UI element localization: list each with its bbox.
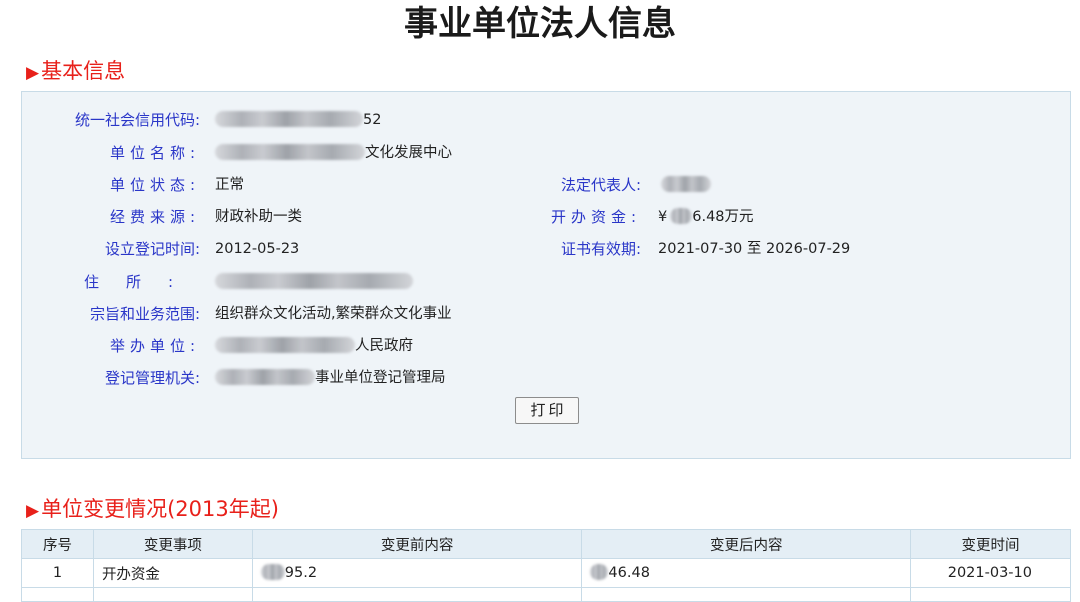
column-header-before: 变更前内容 bbox=[251, 529, 583, 559]
value-unit-name: 文化发展中心 bbox=[215, 141, 452, 165]
label-capital: 开办资金: bbox=[550, 208, 641, 226]
triangle-right-icon: ▶ bbox=[26, 501, 40, 521]
label-credit-code: 统一社会信用代码: bbox=[74, 111, 200, 129]
label-unit-name: 单位名称: bbox=[109, 144, 200, 162]
redacted-blur bbox=[670, 207, 693, 224]
label-authority: 登记管理机关: bbox=[104, 369, 200, 387]
value-credit-code: 52 bbox=[215, 108, 381, 132]
table-row bbox=[21, 587, 1071, 602]
redacted-blur bbox=[215, 143, 365, 160]
basic-info-panel: 统一社会信用代码: 52 单位名称: 文化发展中心 单位状态: 正常 法定代表人… bbox=[21, 91, 1071, 459]
redacted-blur bbox=[215, 272, 413, 289]
section-heading-changes: ▶单位变更情况(2013年起) bbox=[26, 496, 279, 524]
triangle-right-icon: ▶ bbox=[26, 63, 40, 83]
column-header-date: 变更时间 bbox=[910, 529, 1071, 559]
value-unit-status: 正常 bbox=[215, 177, 244, 193]
table-header-row: 序号 变更事项 变更前内容 变更后内容 变更时间 bbox=[21, 529, 1071, 559]
table-row: 1 开办资金 95.2 46.48 2021-03-10 bbox=[21, 558, 1071, 588]
redacted-blur bbox=[590, 563, 609, 580]
value-sponsor: 人民政府 bbox=[215, 334, 413, 358]
cell-date: 2021-03-10 bbox=[910, 558, 1071, 588]
page-title: 事业单位法人信息 bbox=[404, 4, 676, 44]
print-button[interactable]: 打印 bbox=[515, 397, 579, 424]
cell-item: 开办资金 bbox=[92, 558, 253, 588]
redacted-blur bbox=[215, 336, 355, 353]
label-reg-date: 设立登记时间: bbox=[104, 240, 200, 258]
section-heading-changes-text: 单位变更情况(2013年起) bbox=[41, 497, 279, 521]
label-funding-source: 经费来源: bbox=[109, 208, 200, 226]
column-header-index: 序号 bbox=[21, 529, 94, 559]
value-scope: 组织群众文化活动,繁荣群众文化事业 bbox=[215, 306, 452, 322]
redacted-blur bbox=[661, 175, 711, 192]
label-sponsor: 举办单位: bbox=[109, 337, 200, 355]
label-scope: 宗旨和业务范围: bbox=[89, 305, 200, 323]
label-address: 住所: bbox=[83, 273, 200, 291]
value-capital: ¥6.48万元 bbox=[658, 207, 754, 225]
value-funding-source: 财政补助一类 bbox=[215, 209, 302, 225]
label-legal-rep: 法定代表人: bbox=[560, 176, 641, 194]
changes-table: 序号 变更事项 变更前内容 变更后内容 变更时间 1 开办资金 95.2 46.… bbox=[21, 529, 1071, 602]
column-header-item: 变更事项 bbox=[92, 529, 253, 559]
column-header-after: 变更后内容 bbox=[581, 529, 912, 559]
cell-before: 95.2 bbox=[251, 558, 583, 588]
label-unit-status: 单位状态: bbox=[109, 176, 200, 194]
label-cert-validity: 证书有效期: bbox=[560, 240, 641, 258]
value-reg-date: 2012-05-23 bbox=[215, 241, 300, 257]
cell-after: 46.48 bbox=[581, 558, 912, 588]
section-heading-basic-info-text: 基本信息 bbox=[41, 59, 126, 83]
value-cert-validity: 2021-07-30 至 2026-07-29 bbox=[658, 241, 851, 257]
section-heading-basic-info: ▶基本信息 bbox=[26, 58, 125, 86]
value-legal-rep bbox=[658, 173, 711, 197]
redacted-blur bbox=[215, 110, 363, 127]
redacted-blur bbox=[260, 563, 285, 580]
redacted-blur bbox=[215, 368, 315, 385]
value-authority: 事业单位登记管理局 bbox=[215, 366, 446, 390]
value-address bbox=[215, 270, 413, 294]
cell-index: 1 bbox=[21, 558, 94, 588]
